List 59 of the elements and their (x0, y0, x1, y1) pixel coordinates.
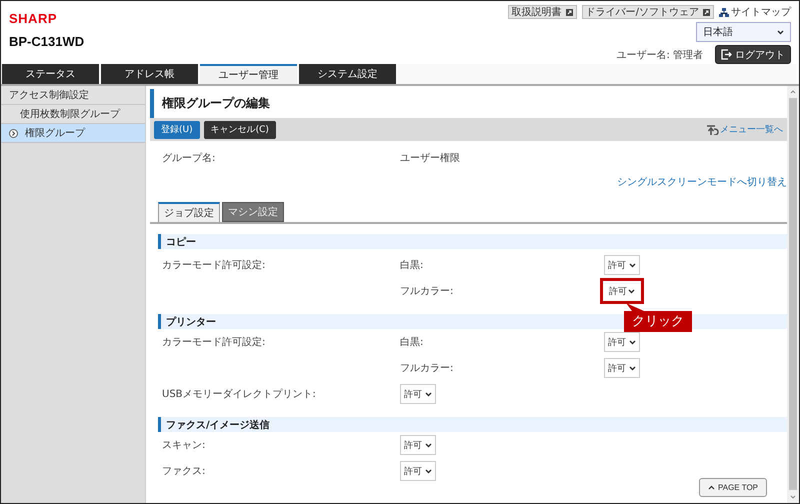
external-link-icon (703, 8, 710, 16)
permission-select[interactable]: 許可 (604, 358, 640, 378)
permission-select[interactable]: 許可 (604, 255, 640, 275)
field-sublabel: 白黒: (400, 259, 424, 272)
sidebar-item[interactable]: 権限グループ (1, 124, 145, 143)
field-sublabel: フルカラー: (400, 362, 454, 375)
group-name-value: ユーザー権限 (400, 152, 461, 165)
logout-button[interactable]: ログアウト (715, 45, 791, 64)
single-screen-link[interactable]: シングルスクリーンモードへ切り替え (617, 175, 787, 189)
sitemap-link[interactable]: サイトマップ (719, 5, 791, 19)
field-sublabel: フルカラー: (400, 285, 454, 298)
sitemap-icon (719, 8, 729, 16)
language-select[interactable]: 日本語 (696, 22, 791, 42)
chevron-down-icon (777, 30, 784, 34)
chevron-down-icon (425, 392, 432, 396)
chevron-down-icon (629, 262, 636, 268)
external-link-icon (566, 8, 573, 16)
logout-icon (721, 49, 732, 60)
permission-select[interactable]: 許可 (400, 384, 436, 404)
field-label: グループ名: (161, 152, 216, 165)
brand-logo: SHARP (9, 11, 58, 26)
cancel-button[interactable]: キャンセル(C) (204, 120, 276, 138)
user-name: ユーザー名: 管理者 (616, 48, 703, 62)
permission-select[interactable]: 許可 (400, 461, 436, 481)
field-label: カラーモード許可設定: (161, 258, 266, 272)
sidebar-item[interactable]: 使用枚数制限グループ (1, 105, 145, 124)
caret-up-icon (708, 485, 715, 490)
chevron-down-icon (629, 340, 636, 344)
field-sublabel: 白黒: (400, 336, 424, 349)
sidebar-item[interactable]: アクセス制御設定 (1, 86, 145, 105)
manual-link[interactable]: ドライバー/ソフトウェア (582, 5, 714, 19)
field-label: USBメモリーダイレクトプリント: (161, 388, 317, 401)
back-arrow-icon (707, 124, 719, 134)
permission-select[interactable]: 許可 (604, 332, 640, 352)
main-tab[interactable]: システム設定 (299, 64, 396, 84)
field-label: ファクス: (161, 465, 206, 478)
chevron-down-icon (628, 288, 635, 294)
field-label: カラーモード許可設定: (161, 336, 266, 349)
main-tab[interactable]: アドレス帳 (101, 64, 198, 84)
chevron-down-icon (425, 442, 432, 448)
field-label: スキャン: (161, 439, 206, 452)
scrollbar[interactable] (787, 86, 799, 503)
page-top-button[interactable]: PAGE TOP (698, 478, 767, 497)
section-header: コピー (158, 234, 787, 249)
menu-list-link[interactable]: メニュー一覧へ (707, 123, 783, 136)
model-name: BP-C131WD (9, 34, 84, 49)
settings-tab[interactable]: ジョブ設定 (158, 202, 220, 222)
permission-select[interactable]: 許可 (600, 278, 644, 304)
register-button[interactable]: 登録(U) (154, 120, 200, 138)
permission-select[interactable]: 許可 (400, 435, 436, 455)
chevron-down-icon (629, 366, 636, 370)
circle-arrow-icon (9, 128, 18, 138)
main-tab[interactable]: ステータス (2, 64, 99, 84)
section-header: ファクス/イメージ送信 (158, 417, 787, 432)
main-tab[interactable]: ユーザー管理 (200, 64, 297, 84)
callout-pointer-icon (624, 303, 644, 311)
manual-link[interactable]: 取扱説明書 (508, 5, 577, 19)
chevron-down-icon (425, 468, 432, 474)
settings-tab[interactable]: マシン設定 (222, 202, 284, 222)
